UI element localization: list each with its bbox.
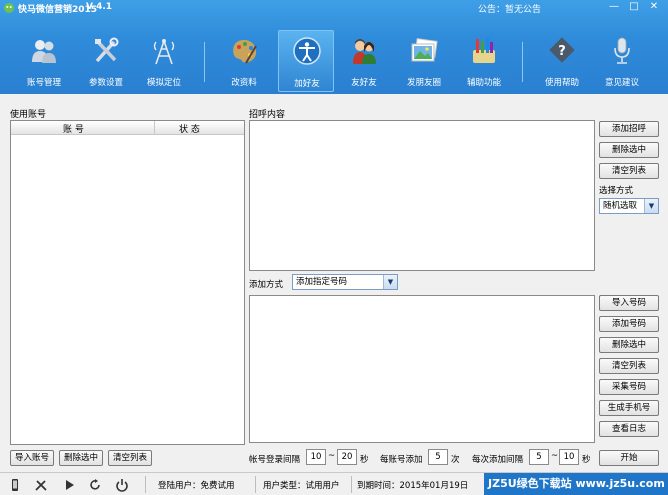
tool-param-settings[interactable]: 参数设置 xyxy=(78,36,134,92)
tool-account-manage[interactable]: 账号管理 xyxy=(16,36,72,92)
add-number-button[interactable]: 添加号码 xyxy=(599,316,659,332)
column-divider xyxy=(154,121,155,135)
status-divider xyxy=(351,476,352,493)
add-interval-label: 每次添加间隔 xyxy=(472,455,524,465)
per-account-input[interactable]: 5 xyxy=(428,449,448,465)
refresh-icon[interactable] xyxy=(88,478,102,492)
utensils-icon xyxy=(473,38,495,63)
login-interval-label: 帐号登录间隔 xyxy=(249,455,301,465)
tool-add-friends[interactable]: 加好友 xyxy=(278,30,334,92)
photos-icon xyxy=(411,38,438,62)
add-interval-max-input[interactable]: 10 xyxy=(559,449,579,465)
numbers-list[interactable] xyxy=(249,295,595,443)
status-divider xyxy=(255,476,256,493)
app-logo-icon xyxy=(4,3,14,13)
select-mode-label: 选择方式 xyxy=(599,186,634,196)
col-account[interactable]: 账 号 xyxy=(63,122,84,135)
add-method-value: 添加指定号码 xyxy=(296,277,348,287)
clear-numbers-button[interactable]: 清空列表 xyxy=(599,358,659,374)
tool-auxiliary[interactable]: 辅助功能 xyxy=(456,36,512,92)
tool-label: 友好友 xyxy=(351,78,377,88)
minimize-button[interactable]: — xyxy=(606,1,622,13)
import-accounts-button[interactable]: 导入账号 xyxy=(10,450,54,466)
add-greeting-button[interactable]: 添加招呼 xyxy=(599,121,659,137)
delete-numbers-button[interactable]: 删除选中 xyxy=(599,337,659,353)
tool-label: 账号管理 xyxy=(26,78,61,88)
add-interval-min-input[interactable]: 5 xyxy=(529,449,549,465)
help-icon: ? xyxy=(549,37,575,63)
tool-help[interactable]: ? 使用帮助 xyxy=(534,36,590,92)
svg-text:?: ? xyxy=(558,44,566,59)
accessibility-icon xyxy=(293,37,321,65)
tool-label: 参数设置 xyxy=(88,78,123,88)
play-icon[interactable] xyxy=(62,478,76,492)
toolbar-separator xyxy=(522,42,523,82)
power-icon[interactable] xyxy=(115,478,129,492)
login-user-text: 登陆用户：免费试用 xyxy=(158,481,235,491)
delete-greeting-button[interactable]: 删除选中 xyxy=(599,142,659,158)
tool-label: 辅助功能 xyxy=(466,78,501,88)
top-band: 快马微信营销2015 V 4.1 公告：暂无公告 — □ ✕ 账号管理 参数设置… xyxy=(0,0,668,94)
tool-label: 意见建议 xyxy=(604,78,639,88)
add-method-dropdown[interactable]: 添加指定号码 ▼ xyxy=(292,274,398,290)
phone-icon[interactable] xyxy=(8,478,22,492)
tool-moments[interactable]: 发朋友圈 xyxy=(396,36,452,92)
status-divider xyxy=(145,476,146,493)
clear-greeting-button[interactable]: 清空列表 xyxy=(599,163,659,179)
start-button[interactable]: 开始 xyxy=(599,450,659,466)
range-tilde: ~ xyxy=(328,451,336,461)
site-watermark: JZ5U绿色下载站 www.jz5u.com xyxy=(484,473,668,495)
add-method-label: 添加方式 xyxy=(249,280,284,290)
notice-text: 公告：暂无公告 xyxy=(478,5,542,15)
accounts-table-header: 账 号 状 态 xyxy=(11,121,244,135)
close-button[interactable]: ✕ xyxy=(646,1,662,13)
tools-icon xyxy=(95,37,119,63)
view-log-button[interactable]: 查看日志 xyxy=(599,421,659,437)
tool-label: 模拟定位 xyxy=(146,78,181,88)
users-icon xyxy=(32,40,56,63)
tool-feedback[interactable]: 意见建议 xyxy=(594,36,650,92)
app-version: V 4.1 xyxy=(86,2,113,12)
tool-label: 改资料 xyxy=(231,78,257,88)
select-mode-dropdown[interactable]: 随机选取 ▼ xyxy=(599,198,659,214)
microphone-icon xyxy=(614,37,630,64)
range-tilde: ~ xyxy=(551,451,559,461)
tools-icon[interactable] xyxy=(34,478,48,492)
col-status[interactable]: 状 态 xyxy=(179,122,200,135)
people-icon xyxy=(353,39,376,64)
tool-simulate-location[interactable]: 模拟定位 xyxy=(136,36,192,92)
user-type-text: 用户类型：试用用户 xyxy=(263,481,340,491)
collect-numbers-button[interactable]: 采集号码 xyxy=(599,379,659,395)
accounts-caption: 使用账号 xyxy=(10,110,47,120)
tool-friend-friends[interactable]: 友好友 xyxy=(336,36,392,92)
greeting-list[interactable] xyxy=(249,120,595,271)
maximize-button[interactable]: □ xyxy=(626,1,642,13)
tower-icon xyxy=(153,39,175,65)
clear-accounts-button[interactable]: 清空列表 xyxy=(108,450,152,466)
seconds-label: 秒 xyxy=(582,455,591,465)
expire-text: 到期时间：2015年01月19日 xyxy=(357,481,469,491)
toolbar-separator xyxy=(204,42,205,82)
tool-edit-profile[interactable]: 改资料 xyxy=(216,36,272,92)
tool-label: 加好友 xyxy=(294,79,320,89)
chevron-down-icon: ▼ xyxy=(383,275,397,289)
times-unit-label: 次 xyxy=(451,455,460,465)
delete-accounts-button[interactable]: 删除选中 xyxy=(59,450,103,466)
tool-label: 发朋友圈 xyxy=(406,78,441,88)
greeting-caption: 招呼内容 xyxy=(249,110,286,120)
generate-phone-button[interactable]: 生成手机号 xyxy=(599,400,659,416)
import-numbers-button[interactable]: 导入号码 xyxy=(599,295,659,311)
login-interval-min-input[interactable]: 10 xyxy=(306,449,326,465)
seconds-label: 秒 xyxy=(360,455,369,465)
accounts-table[interactable]: 账 号 状 态 xyxy=(10,120,245,445)
tool-label: 使用帮助 xyxy=(544,78,579,88)
palette-icon xyxy=(233,40,257,64)
select-mode-value: 随机选取 xyxy=(603,201,638,211)
per-account-label: 每账号添加 xyxy=(380,455,423,465)
login-interval-max-input[interactable]: 20 xyxy=(337,449,357,465)
chevron-down-icon: ▼ xyxy=(644,199,658,213)
title-bar: 快马微信营销2015 V 4.1 公告：暂无公告 — □ ✕ xyxy=(0,0,668,16)
